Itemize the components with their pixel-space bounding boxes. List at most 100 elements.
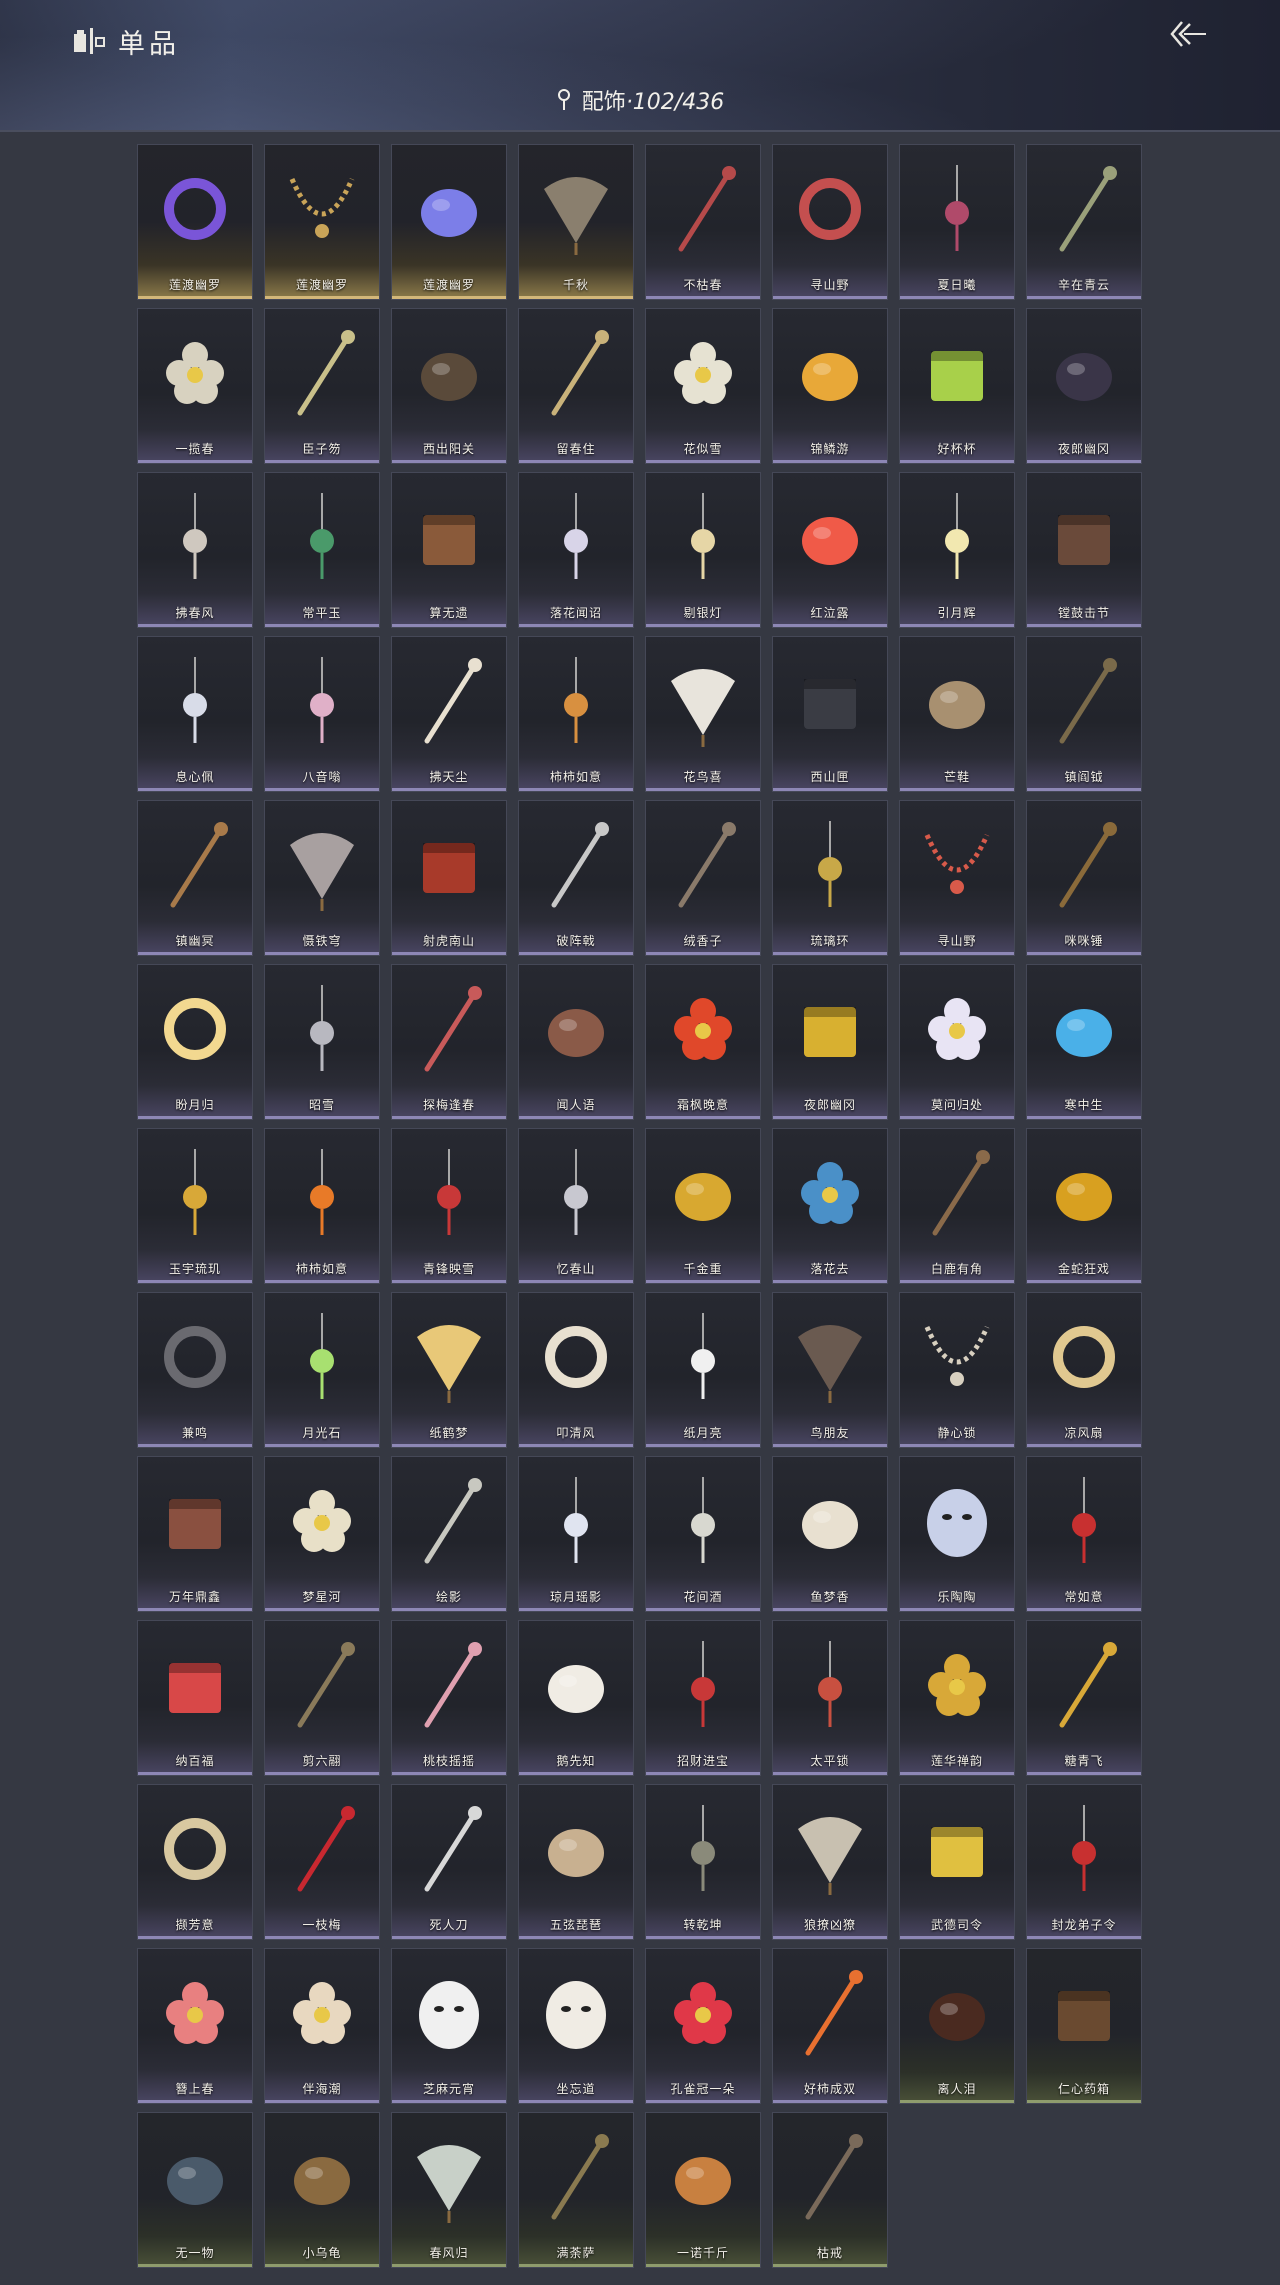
item-card[interactable]: 莲渡幽罗 [391, 144, 507, 300]
item-card[interactable]: 慑铁穹 [264, 800, 380, 956]
item-card[interactable]: 不枯春 [645, 144, 761, 300]
item-card[interactable]: 琼月瑶影 [518, 1456, 634, 1612]
item-card[interactable]: 臣子笏 [264, 308, 380, 464]
item-card[interactable]: 好杯杯 [899, 308, 1015, 464]
item-card[interactable]: 一诺千斤 [645, 2112, 761, 2268]
item-card[interactable]: 咪咪锤 [1026, 800, 1142, 956]
item-card[interactable]: 转乾坤 [645, 1784, 761, 1940]
item-card[interactable]: 满荼萨 [518, 2112, 634, 2268]
item-card[interactable]: 夏日曦 [899, 144, 1015, 300]
item-card[interactable]: 招财进宝 [645, 1620, 761, 1776]
item-card[interactable]: 探梅逢春 [391, 964, 507, 1120]
item-card[interactable]: 一枝梅 [264, 1784, 380, 1940]
item-card[interactable]: 西山匣 [772, 636, 888, 792]
item-card[interactable]: 落花去 [772, 1128, 888, 1284]
item-card[interactable]: 梦星河 [264, 1456, 380, 1612]
item-card[interactable]: 莲华禅韵 [899, 1620, 1015, 1776]
item-card[interactable]: 离人泪 [899, 1948, 1015, 2104]
item-card[interactable]: 糖青飞 [1026, 1620, 1142, 1776]
item-card[interactable]: 无一物 [137, 2112, 253, 2268]
item-card[interactable]: 寻山野 [772, 144, 888, 300]
item-card[interactable]: 鹅先知 [518, 1620, 634, 1776]
item-card[interactable]: 引月辉 [899, 472, 1015, 628]
item-card[interactable]: 青锋映雪 [391, 1128, 507, 1284]
item-card[interactable]: 莲渡幽罗 [264, 144, 380, 300]
item-card[interactable]: 常平玉 [264, 472, 380, 628]
item-card[interactable]: 莫问归处 [899, 964, 1015, 1120]
item-card[interactable]: 息心佩 [137, 636, 253, 792]
item-card[interactable]: 叩清风 [518, 1292, 634, 1448]
item-card[interactable]: 锦鳞游 [772, 308, 888, 464]
item-card[interactable]: 好柿成双 [772, 1948, 888, 2104]
item-card[interactable]: 白鹿有角 [899, 1128, 1015, 1284]
item-card[interactable]: 孔雀冠一朵 [645, 1948, 761, 2104]
item-card[interactable]: 月光石 [264, 1292, 380, 1448]
item-card[interactable]: 寒中生 [1026, 964, 1142, 1120]
item-card[interactable]: 柿柿如意 [264, 1128, 380, 1284]
item-card[interactable]: 纸月亮 [645, 1292, 761, 1448]
item-card[interactable]: 寻山野 [899, 800, 1015, 956]
item-card[interactable]: 一揽春 [137, 308, 253, 464]
item-card[interactable]: 绒香子 [645, 800, 761, 956]
item-card[interactable]: 拂天尘 [391, 636, 507, 792]
item-card[interactable]: 静心锁 [899, 1292, 1015, 1448]
item-card[interactable]: 绘影 [391, 1456, 507, 1612]
item-card[interactable]: 闻人语 [518, 964, 634, 1120]
item-card[interactable]: 五弦琵琶 [518, 1784, 634, 1940]
item-card[interactable]: 常如意 [1026, 1456, 1142, 1612]
item-card[interactable]: 辛在青云 [1026, 144, 1142, 300]
item-card[interactable]: 镗鼓击节 [1026, 472, 1142, 628]
item-card[interactable]: 昭雪 [264, 964, 380, 1120]
item-card[interactable]: 剪六翮 [264, 1620, 380, 1776]
item-card[interactable]: 花间酒 [645, 1456, 761, 1612]
item-card[interactable]: 破阵戟 [518, 800, 634, 956]
item-card[interactable]: 镇阎钺 [1026, 636, 1142, 792]
item-card[interactable]: 拂春风 [137, 472, 253, 628]
item-card[interactable]: 落花闻诏 [518, 472, 634, 628]
item-card[interactable]: 凉风扇 [1026, 1292, 1142, 1448]
item-card[interactable]: 柿柿如意 [518, 636, 634, 792]
item-card[interactable]: 琉璃环 [772, 800, 888, 956]
item-card[interactable]: 留春住 [518, 308, 634, 464]
item-card[interactable]: 万年鼎鑫 [137, 1456, 253, 1612]
item-card[interactable]: 莲渡幽罗 [137, 144, 253, 300]
item-card[interactable]: 算无遗 [391, 472, 507, 628]
item-card[interactable]: 夜郎幽冈 [772, 964, 888, 1120]
item-card[interactable]: 玉宇琉玑 [137, 1128, 253, 1284]
item-card[interactable]: 鱼梦香 [772, 1456, 888, 1612]
item-card[interactable]: 桃枝摇摇 [391, 1620, 507, 1776]
item-card[interactable]: 花鸟喜 [645, 636, 761, 792]
item-card[interactable]: 死人刀 [391, 1784, 507, 1940]
item-card[interactable]: 乐陶陶 [899, 1456, 1015, 1612]
back-button[interactable] [1164, 14, 1212, 54]
item-card[interactable]: 夜郎幽冈 [1026, 308, 1142, 464]
item-card[interactable]: 射虎南山 [391, 800, 507, 956]
item-card[interactable]: 小乌龟 [264, 2112, 380, 2268]
item-card[interactable]: 武德司令 [899, 1784, 1015, 1940]
item-card[interactable]: 狼撩凶獠 [772, 1784, 888, 1940]
item-card[interactable]: 花似雪 [645, 308, 761, 464]
item-card[interactable]: 纸鹤梦 [391, 1292, 507, 1448]
item-card[interactable]: 鸟朋友 [772, 1292, 888, 1448]
item-card[interactable]: 纳百福 [137, 1620, 253, 1776]
item-card[interactable]: 千秋 [518, 144, 634, 300]
item-card[interactable]: 伴海潮 [264, 1948, 380, 2104]
item-card[interactable]: 撷芳意 [137, 1784, 253, 1940]
item-card[interactable]: 太平锁 [772, 1620, 888, 1776]
item-card[interactable]: 千金重 [645, 1128, 761, 1284]
item-card[interactable]: 八音嗡 [264, 636, 380, 792]
item-card[interactable]: 红泣露 [772, 472, 888, 628]
item-card[interactable]: 枯戒 [772, 2112, 888, 2268]
item-card[interactable]: 芒鞋 [899, 636, 1015, 792]
item-card[interactable]: 芝麻元宵 [391, 1948, 507, 2104]
item-card[interactable]: 金蛇狂戏 [1026, 1128, 1142, 1284]
item-card[interactable]: 剔银灯 [645, 472, 761, 628]
item-card[interactable]: 镇幽冥 [137, 800, 253, 956]
item-card[interactable]: 霜枫晚意 [645, 964, 761, 1120]
item-card[interactable]: 西出阳关 [391, 308, 507, 464]
item-card[interactable]: 兼鸣 [137, 1292, 253, 1448]
item-card[interactable]: 春风归 [391, 2112, 507, 2268]
item-card[interactable]: 簪上春 [137, 1948, 253, 2104]
item-card[interactable]: 封龙弟子令 [1026, 1784, 1142, 1940]
item-card[interactable]: 坐忘道 [518, 1948, 634, 2104]
